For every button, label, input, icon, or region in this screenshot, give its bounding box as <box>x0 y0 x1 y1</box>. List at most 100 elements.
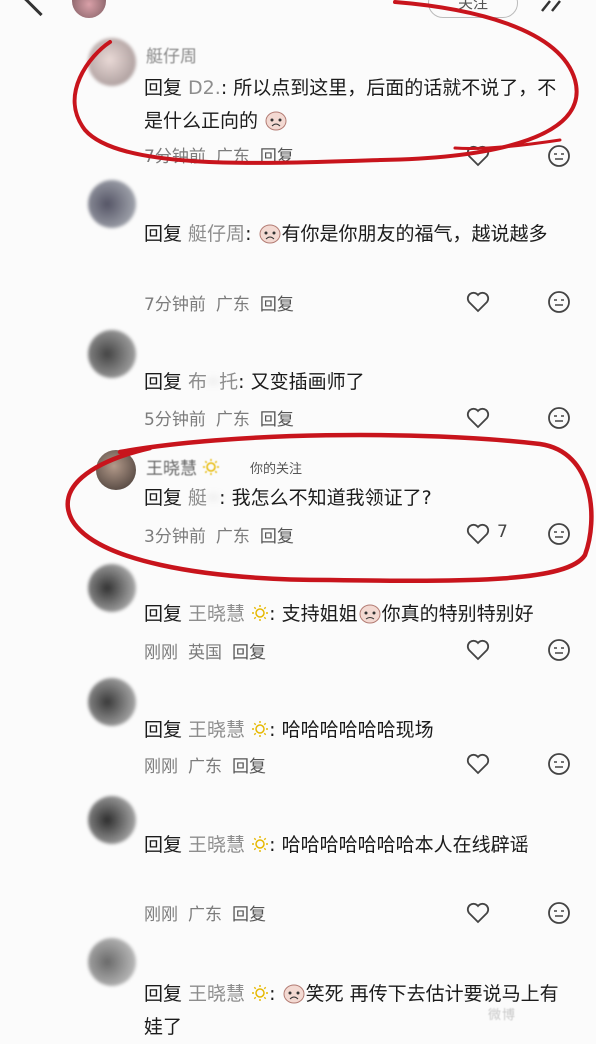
comment-location: 广东 <box>215 147 250 167</box>
reply-button[interactable]: 回复 <box>260 295 294 315</box>
mention-link[interactable]: 王晓慧 <box>188 719 245 741</box>
comment-body: 又变插画师了 <box>250 371 365 393</box>
comment-text: 回复 艇仔周: 有你是你朋友的福气，越说越多 <box>144 218 574 251</box>
reaction-face-icon[interactable] <box>547 638 571 662</box>
reply-prefix: 回复 <box>144 603 189 625</box>
sun-badge-icon <box>252 605 269 621</box>
avatar[interactable] <box>88 38 136 86</box>
avatar[interactable] <box>88 180 136 228</box>
follow-button[interactable]: 关注 <box>428 0 518 18</box>
reply-prefix: 回复 <box>144 223 189 245</box>
comment-text: 回复 艇··: 我怎么不知道我领证了? <box>144 482 574 515</box>
comment-location: 英国 <box>188 643 222 663</box>
avatar[interactable] <box>88 564 136 612</box>
comment-username[interactable]: 艇仔周 <box>146 42 197 67</box>
comment-meta: 5分钟前 广东 回复 <box>144 405 304 430</box>
comment-meta: 7分钟前 广东 回复 <box>144 290 304 315</box>
colon: : <box>269 834 282 856</box>
comment-time: 5分钟前 <box>144 410 206 430</box>
comment-meta: 3分钟前 广东 回复 <box>144 522 304 547</box>
reaction-face-icon[interactable] <box>547 290 571 314</box>
comment-time: 7分钟前 <box>144 295 206 315</box>
mention-blur: ·· <box>207 487 220 509</box>
colon: : <box>269 983 282 1005</box>
mention-link[interactable]: 艇 <box>188 487 207 509</box>
comment-time: 刚刚 <box>144 757 178 777</box>
comment-meta: 刚刚 广东 回复 <box>144 900 276 925</box>
comment-location: 广东 <box>215 295 250 315</box>
comment-body-end: 你真的特别特别好 <box>381 603 534 625</box>
comment-username[interactable]: 王晓慧 <box>146 454 220 479</box>
mention-link[interactable]: 布 <box>188 371 207 393</box>
author-avatar[interactable] <box>72 0 106 18</box>
mention-link[interactable]: D2. <box>188 77 221 99</box>
mention-link[interactable]: 王晓慧 <box>188 983 245 1005</box>
share-icon[interactable] <box>540 0 566 18</box>
avatar[interactable] <box>88 330 136 378</box>
reply-prefix: 回复 <box>144 834 189 856</box>
mention-link[interactable]: 王晓慧 <box>188 603 245 625</box>
reply-button[interactable]: 回复 <box>260 410 294 430</box>
comment-location: 广东 <box>215 410 250 430</box>
colon: : <box>219 487 232 509</box>
reply-prefix: 回复 <box>144 487 189 509</box>
watermark: 微博 <box>488 1008 517 1023</box>
avatar[interactable] <box>88 678 136 726</box>
comment-body: 有你是你朋友的福气，越说越多 <box>281 223 548 245</box>
reaction-face-icon[interactable] <box>547 901 571 925</box>
reply-prefix: 回复 <box>144 983 189 1005</box>
mention-link[interactable]: 王晓慧 <box>188 834 245 856</box>
avatar[interactable] <box>88 796 136 844</box>
avatar[interactable] <box>88 938 136 986</box>
colon: : <box>238 371 251 393</box>
avatar[interactable] <box>96 450 136 490</box>
comment-text: 回复 王晓慧 : 哈哈哈哈哈哈哈本人在线辟谣 <box>144 829 574 862</box>
reaction-face-icon[interactable] <box>547 406 571 430</box>
reply-button[interactable]: 回复 <box>260 147 294 167</box>
colon: : <box>269 603 282 625</box>
comment-location: 广东 <box>188 757 222 777</box>
comment-location: 广东 <box>215 527 250 547</box>
comment-body: 哈哈哈哈哈哈现场 <box>281 719 434 741</box>
like-count: 7 <box>497 522 508 542</box>
crying-emoji-icon <box>259 224 281 244</box>
heart-icon[interactable] <box>466 901 490 925</box>
mention-link[interactable]: 艇仔周 <box>188 223 245 245</box>
reaction-face-icon[interactable] <box>547 752 571 776</box>
back-arrow-icon[interactable] <box>22 0 59 17</box>
comment-text: 回复 布··托: 又变插画师了 <box>144 366 574 399</box>
comment-meta: 刚刚 英国 回复 <box>144 638 276 663</box>
comment-time: 7分钟前 <box>144 147 206 167</box>
sun-badge-icon <box>252 836 269 852</box>
colon: : <box>245 223 258 245</box>
mention-link-end[interactable]: 托 <box>219 371 238 393</box>
comment-time: 刚刚 <box>144 905 178 925</box>
sad-emoji-icon <box>359 604 381 624</box>
reply-button[interactable]: 回复 <box>232 905 266 925</box>
heart-icon[interactable] <box>466 522 490 546</box>
sun-badge-icon <box>252 985 269 1001</box>
comment-time: 3分钟前 <box>144 527 206 547</box>
heart-icon[interactable] <box>466 638 490 662</box>
heart-icon[interactable] <box>466 406 490 430</box>
heart-icon[interactable] <box>466 752 490 776</box>
reply-prefix: 回复 <box>144 719 189 741</box>
reply-button[interactable]: 回复 <box>260 527 294 547</box>
reply-button[interactable]: 回复 <box>232 643 266 663</box>
reaction-face-icon[interactable] <box>547 144 571 168</box>
colon: : <box>220 77 234 99</box>
reply-prefix: 回复 <box>144 77 189 99</box>
comment-location: 广东 <box>188 905 222 925</box>
reaction-face-icon[interactable] <box>547 522 571 546</box>
comment-time: 刚刚 <box>144 643 178 663</box>
reply-button[interactable]: 回复 <box>232 757 266 777</box>
colon: : <box>269 719 282 741</box>
comment-body: 哈哈哈哈哈哈哈本人在线辟谣 <box>281 834 529 856</box>
heart-icon[interactable] <box>466 290 490 314</box>
comment-text: 回复 D2.: 所以点到这里，后面的话就不说了，不是什么正向的 <box>144 72 574 138</box>
crying-emoji-icon <box>265 111 287 131</box>
following-tag: 你的关注 <box>250 462 303 477</box>
mention-blur: ·· <box>207 371 220 393</box>
comment-body: 我怎么不知道我领证了? <box>231 487 432 509</box>
heart-icon[interactable] <box>466 144 490 168</box>
